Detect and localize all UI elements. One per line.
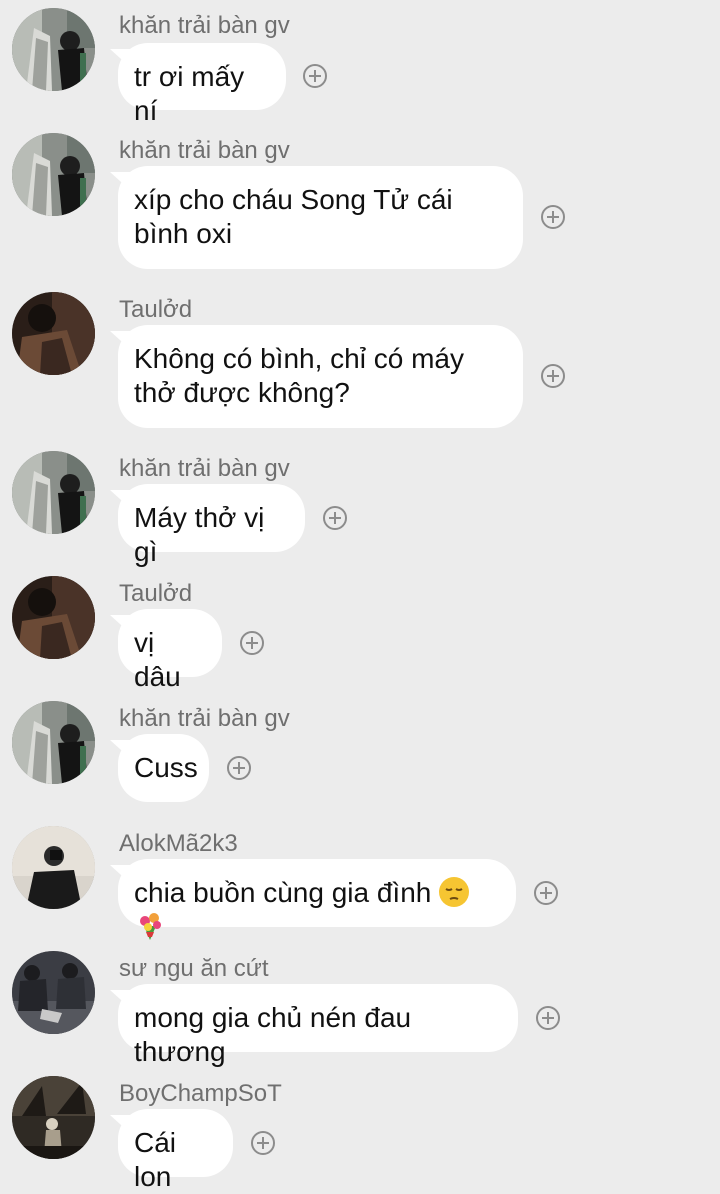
sender-avatar[interactable] — [12, 951, 95, 1034]
sender-name: khăn trải bàn gv — [119, 137, 290, 164]
message-text: Cái lon — [134, 1127, 177, 1192]
message-text: chia buồn cùng gia đình — [134, 877, 432, 908]
sender-avatar[interactable] — [12, 576, 95, 659]
message-bubble[interactable]: mong gia chủ nén đau thương — [118, 984, 518, 1067]
pensive-face-icon — [439, 877, 470, 907]
photo-person-wall-icon — [12, 8, 95, 91]
photo-person-wall-icon — [12, 133, 95, 216]
message-bubble[interactable]: xíp cho cháu Song Tử cái bình oxi — [118, 166, 523, 269]
message-text: xíp cho cháu Song Tử cái bình oxi — [134, 184, 453, 249]
bouquet-icon — [140, 913, 161, 940]
photo-person-dark-icon — [12, 292, 95, 375]
add-reaction-icon[interactable] — [251, 1131, 275, 1155]
message-text: vị dâu — [134, 627, 181, 692]
message-text: mong gia chủ nén đau thương — [134, 1002, 412, 1067]
message-bubble[interactable]: Cái lon — [118, 1109, 233, 1192]
sender-avatar[interactable] — [12, 133, 95, 216]
chat-thread: khăn trải bàn gv tr ơi mấy ní khăn trải … — [0, 0, 720, 1192]
message-text: Cuss — [134, 752, 198, 783]
message-bubble[interactable]: Cuss — [118, 734, 209, 802]
photo-person-wall-icon — [12, 451, 95, 534]
photo-person-dark-icon — [12, 576, 95, 659]
message-text: Không có bình, chỉ có máy thở được không… — [134, 343, 464, 408]
add-reaction-icon[interactable] — [227, 756, 251, 780]
add-reaction-icon[interactable] — [323, 506, 347, 530]
photo-people-sitting-icon — [12, 951, 95, 1034]
sender-name: khăn trải bàn gv — [119, 455, 290, 482]
add-reaction-icon[interactable] — [536, 1006, 560, 1030]
photo-mirror-selfie-icon — [12, 826, 95, 909]
message-bubble[interactable]: vị dâu — [118, 609, 222, 692]
message-bubble[interactable]: tr ơi mấy ní — [118, 43, 286, 126]
photo-night-street-icon — [12, 1076, 95, 1159]
photo-person-wall-icon — [12, 701, 95, 784]
add-reaction-icon[interactable] — [303, 64, 327, 88]
sender-name: khăn trải bàn gv — [119, 12, 290, 39]
message-bubble[interactable]: Không có bình, chỉ có máy thở được không… — [118, 325, 523, 428]
sender-name: Taulởd — [119, 296, 193, 323]
add-reaction-icon[interactable] — [541, 364, 565, 388]
sender-avatar[interactable] — [12, 826, 95, 909]
sender-avatar[interactable] — [12, 701, 95, 784]
sender-avatar[interactable] — [12, 8, 95, 91]
sender-name: AlokMã2k3 — [119, 830, 238, 857]
sender-avatar[interactable] — [12, 1076, 95, 1159]
message-text: Máy thở vị gì — [134, 502, 265, 567]
message-text: tr ơi mấy ní — [134, 61, 245, 126]
message-bubble[interactable]: chia buồn cùng gia đình — [118, 859, 516, 940]
sender-avatar[interactable] — [12, 292, 95, 375]
sender-avatar[interactable] — [12, 451, 95, 534]
sender-name: sư ngu ăn cứt — [119, 955, 269, 982]
add-reaction-icon[interactable] — [534, 881, 558, 905]
add-reaction-icon[interactable] — [541, 205, 565, 229]
add-reaction-icon[interactable] — [240, 631, 264, 655]
sender-name: BoyChampSoT — [119, 1080, 282, 1107]
message-bubble[interactable]: Máy thở vị gì — [118, 484, 305, 567]
sender-name: Taulởd — [119, 580, 193, 607]
sender-name: khăn trải bàn gv — [119, 705, 290, 732]
